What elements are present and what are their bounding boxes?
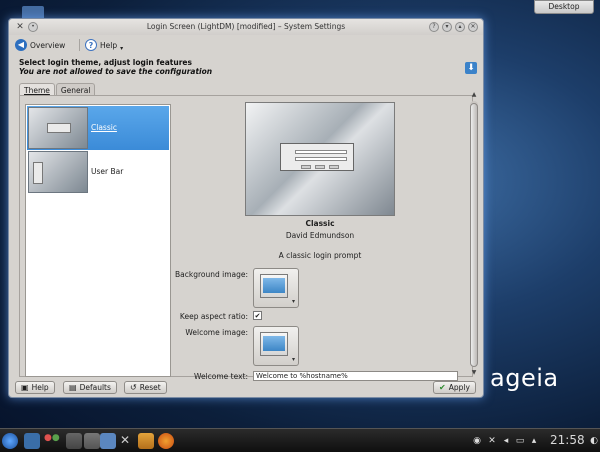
- toolbar: ◀ Overview ? Help ▾: [9, 35, 483, 55]
- help-book-icon: ▣: [21, 383, 29, 392]
- defaults-icon: ▤: [69, 383, 77, 392]
- theme-name-classic: Classic: [91, 123, 117, 132]
- app-launcher-icon[interactable]: [2, 433, 18, 449]
- reset-button[interactable]: ↺ Reset: [124, 381, 167, 394]
- minimize-icon[interactable]: ▾: [442, 22, 452, 32]
- page-title: Select login theme, adjust login feature…: [19, 58, 192, 67]
- help-titlebar-icon[interactable]: ?: [429, 22, 439, 32]
- desktop-icon[interactable]: [24, 433, 40, 449]
- reset-icon: ↺: [130, 383, 137, 392]
- system-settings-icon[interactable]: [138, 433, 154, 449]
- activities-icon[interactable]: ●●: [44, 433, 60, 449]
- notifications-icon[interactable]: ✕: [486, 435, 498, 447]
- help-label: Help: [100, 40, 118, 50]
- scrollbar[interactable]: ▲ ▼: [470, 91, 478, 377]
- brand-logo: ageia: [490, 364, 559, 392]
- chevron-down-icon: ▾: [291, 356, 295, 363]
- chevron-down-icon: ▾: [120, 44, 124, 52]
- panel-settings-icon[interactable]: ◐: [588, 435, 600, 447]
- keep-aspect-checkbox[interactable]: ✔: [253, 311, 262, 320]
- background-image-label: Background image:: [174, 270, 248, 279]
- firefox-icon[interactable]: [158, 433, 174, 449]
- help-icon: ?: [85, 39, 97, 51]
- overview-button[interactable]: ◀ Overview: [15, 37, 65, 53]
- overview-label: Overview: [30, 40, 66, 50]
- image-icon: [260, 274, 288, 298]
- network-icon[interactable]: ◉: [471, 435, 483, 447]
- close-icon[interactable]: ✕: [468, 22, 478, 32]
- apply-button[interactable]: ✔ Apply: [433, 381, 476, 394]
- checkmark-icon: ✔: [439, 383, 446, 392]
- help-button[interactable]: ▣ Help: [15, 381, 55, 394]
- system-settings-window: ✕ • Login Screen (LightDM) [modified] – …: [8, 18, 484, 398]
- button-bar: ▣ Help ▤ Defaults ↺ Reset ✔ Apply: [9, 379, 483, 399]
- theme-description: A classic login prompt: [278, 251, 362, 260]
- welcome-image-label: Welcome image:: [185, 328, 248, 337]
- file-manager-icon[interactable]: [100, 433, 116, 449]
- title-bar[interactable]: ✕ • Login Screen (LightDM) [modified] – …: [9, 19, 483, 35]
- back-arrow-icon: ◀: [15, 39, 27, 51]
- theme-thumbnail: [28, 107, 88, 149]
- maximize-icon[interactable]: ▴: [455, 22, 465, 32]
- list-item-user-bar[interactable]: User Bar: [27, 150, 169, 194]
- theme-name-user-bar: User Bar: [91, 167, 124, 176]
- scroll-down-icon[interactable]: ▼: [470, 369, 478, 377]
- help-menu-button[interactable]: ? Help ▾: [85, 37, 123, 53]
- keep-aspect-label: Keep aspect ratio:: [179, 312, 248, 321]
- theme-thumbnail: [28, 151, 88, 193]
- pager-2-icon[interactable]: [84, 433, 100, 449]
- tray-expand-icon[interactable]: ▴: [528, 435, 540, 447]
- theme-author: David Edmundson: [285, 231, 355, 240]
- page-subtitle: You are not allowed to save the configur…: [19, 67, 213, 76]
- volume-icon[interactable]: ◂: [500, 435, 512, 447]
- pager-icon[interactable]: [66, 433, 82, 449]
- desktop-button[interactable]: Desktop: [534, 0, 594, 14]
- scroll-up-icon[interactable]: ▲: [470, 91, 478, 99]
- battery-icon[interactable]: ▭: [514, 435, 526, 447]
- theme-preview: [245, 102, 395, 216]
- taskbar: ●● ✕ ◉ ✕ ◂ ▭ ▴ 21:58 ◐: [0, 428, 600, 452]
- chevron-down-icon: ▾: [291, 298, 295, 305]
- image-icon: [260, 332, 288, 356]
- clock[interactable]: 21:58: [550, 433, 585, 447]
- scroll-thumb[interactable]: [470, 103, 478, 367]
- defaults-button[interactable]: ▤ Defaults: [63, 381, 117, 394]
- window-title: Login Screen (LightDM) [modified] – Syst…: [146, 22, 346, 31]
- list-item-classic[interactable]: Classic: [27, 106, 169, 150]
- background-image-button[interactable]: ▾: [253, 268, 299, 308]
- download-icon: ⬇: [465, 62, 477, 74]
- theme-title: Classic: [305, 219, 335, 228]
- settings-tools-icon[interactable]: ✕: [120, 433, 136, 449]
- preview-login-box: [280, 143, 354, 171]
- toolbar-separator: [79, 39, 80, 51]
- welcome-image-button[interactable]: ▾: [253, 326, 299, 366]
